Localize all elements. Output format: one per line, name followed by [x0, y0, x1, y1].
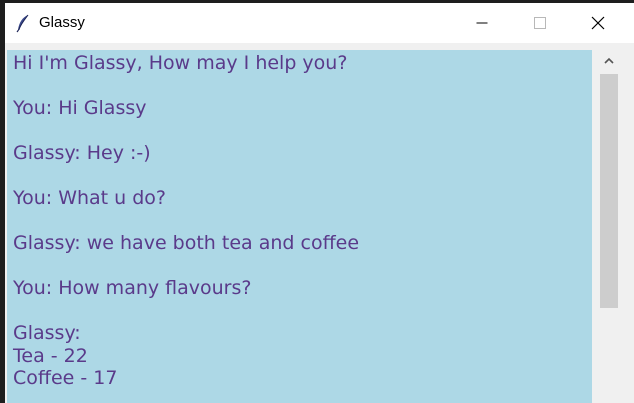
- window-title: Glassy: [39, 14, 85, 31]
- chevron-up-icon: [604, 57, 614, 64]
- maximize-button[interactable]: [511, 3, 569, 43]
- close-button[interactable]: [569, 3, 627, 43]
- chat-transcript-text: Hi I'm Glassy, How may I help you? You: …: [13, 52, 360, 389]
- title-bar[interactable]: Glassy: [5, 3, 634, 43]
- feather-icon: [13, 13, 33, 33]
- vertical-scrollbar[interactable]: [598, 50, 620, 403]
- close-icon: [591, 16, 605, 30]
- scroll-up-button[interactable]: [598, 50, 620, 72]
- minimize-button[interactable]: [453, 3, 511, 43]
- chat-transcript-area[interactable]: Hi I'm Glassy, How may I help you? You: …: [7, 50, 592, 403]
- maximize-icon: [534, 17, 546, 29]
- app-window: Glassy Hi I'm Glassy, How may I help you…: [5, 3, 634, 403]
- scrollbar-thumb[interactable]: [600, 74, 618, 308]
- minimize-icon: [476, 22, 488, 24]
